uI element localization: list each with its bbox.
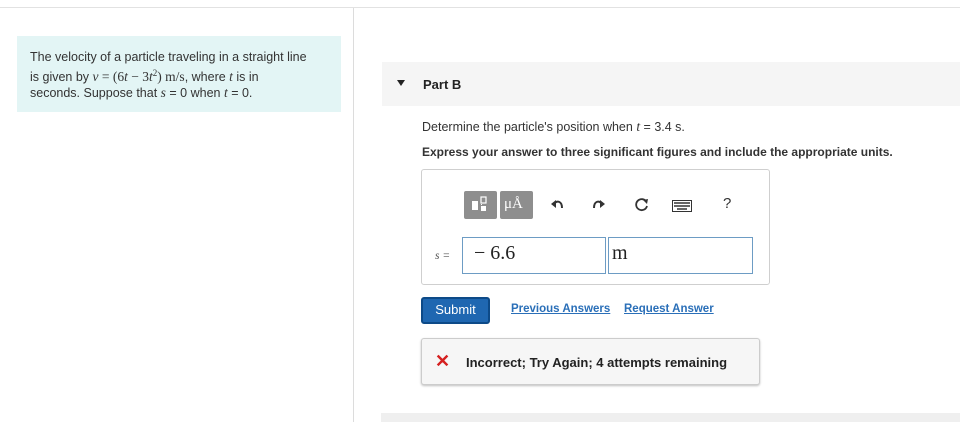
eq-text: − 3 [127,69,150,85]
problem-text: = 0 when [165,86,224,101]
feedback-box: ✕ Incorrect; Try Again; 4 attempts remai… [421,338,760,385]
answer-instruction: Express your answer to three significant… [422,145,893,159]
incorrect-x-icon: ✕ [435,351,451,371]
templates-button[interactable] [464,191,497,219]
question-pre: Determine the particle's position when [422,120,637,134]
answer-panel: μÅ ? s = − 6.6 m [421,169,770,285]
help-icon[interactable]: ? [723,195,731,212]
problem-text: , where [184,70,230,85]
problem-text: seconds. Suppose that [30,86,161,101]
request-answer-link[interactable]: Request Answer [624,303,714,315]
units-button[interactable]: μÅ [500,191,533,219]
answer-unit-input[interactable]: m [608,237,753,274]
answer-value-input[interactable]: − 6.6 [462,237,606,274]
problem-text: = 0. [227,86,253,101]
velocity-unit: m/s [165,69,185,85]
problem-statement: The velocity of a particle traveling in … [17,36,341,112]
next-section-bar [381,413,960,422]
eq-text: ) [157,69,166,85]
math-toolbar: μÅ ? [464,189,751,219]
problem-text: is in [232,70,259,85]
undo-icon[interactable] [550,198,566,212]
previous-answers-link[interactable]: Previous Answers [511,303,610,315]
question-post: = 3.4 s. [640,120,685,134]
problem-line-3: seconds. Suppose that s = 0 when t = 0. [30,85,329,101]
part-title: Part B [423,77,462,92]
problem-line-2: is given by v = (6t − 3t2) m/s, where t … [30,65,329,85]
problem-text: is given by [30,70,93,85]
problem-line-1: The velocity of a particle traveling in … [30,50,307,64]
feedback-text: Incorrect; Try Again; 4 attempts remaini… [466,355,728,370]
reset-icon[interactable] [634,197,650,213]
redo-icon[interactable] [590,198,606,212]
keyboard-icon[interactable] [672,200,692,212]
submit-button[interactable]: Submit [421,297,490,324]
units-icon: μÅ [504,196,523,212]
answer-variable-label: s = [435,250,451,262]
part-b-header[interactable]: Part B [382,62,960,106]
question-text: Determine the particle's position when t… [422,119,685,135]
top-divider [0,7,960,8]
column-divider [353,8,354,422]
collapse-caret-icon[interactable] [397,80,405,86]
eq-text: = (6 [98,69,125,85]
templates-icon [472,196,487,211]
